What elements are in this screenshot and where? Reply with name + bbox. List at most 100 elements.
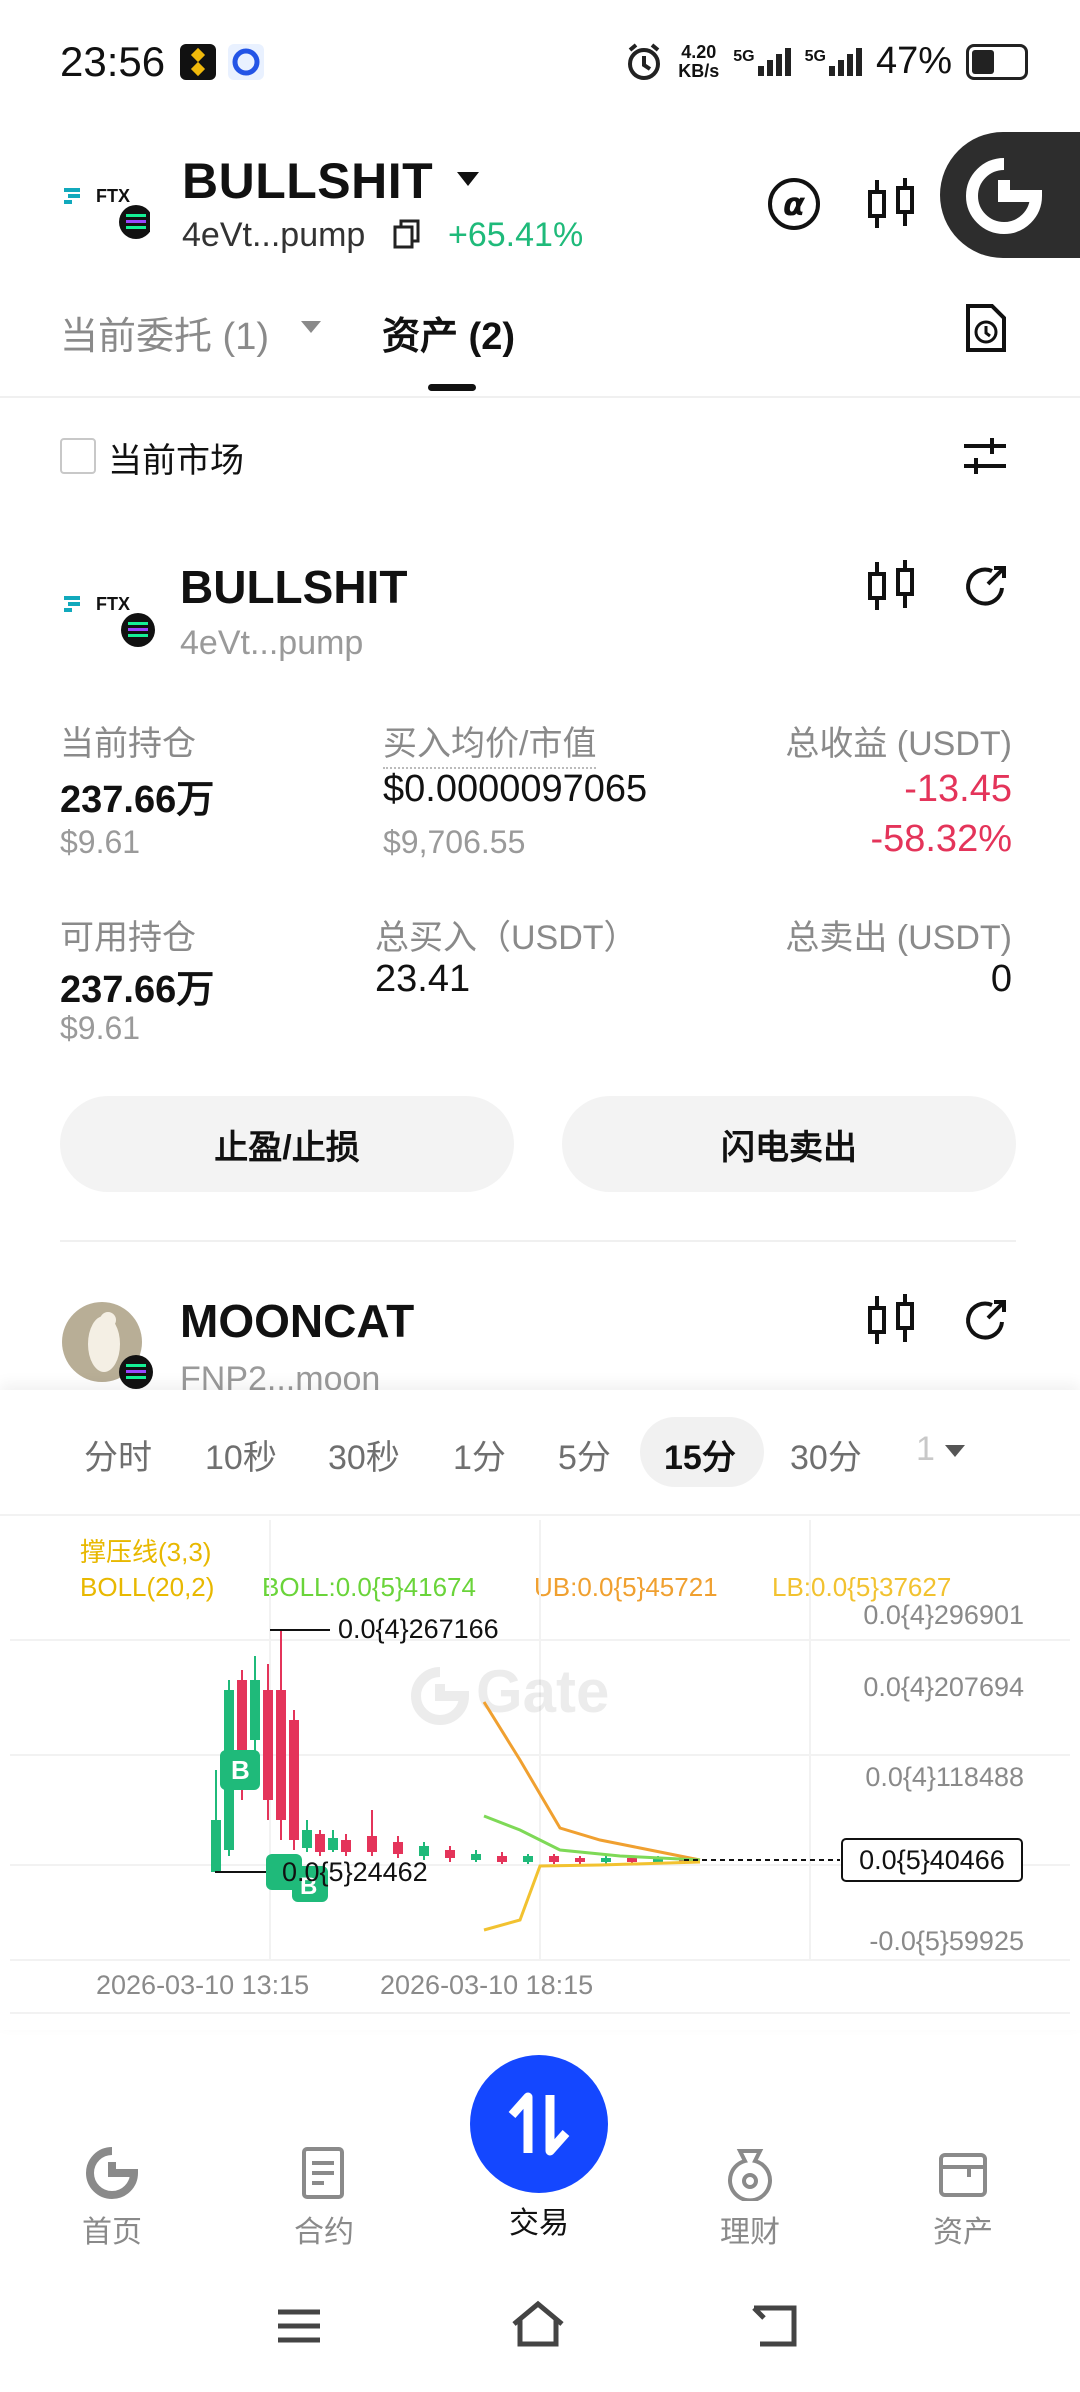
nav-finance[interactable]: 理财 [680, 2100, 820, 2251]
candle-body [328, 1838, 338, 1850]
token-address: 4eVt...pump [182, 216, 366, 254]
candle-body [263, 1690, 273, 1800]
candles [211, 1630, 689, 1872]
boll-ub-line [482, 1701, 701, 1862]
candle-body [497, 1856, 507, 1862]
candle-body [211, 1820, 221, 1872]
current-market-label: 当前市场 [108, 442, 244, 480]
tp-sl-button[interactable]: 止盈/止损 [60, 1096, 514, 1192]
net-speed: 4.20 KB/s [678, 41, 720, 81]
asset2-name[interactable]: MOONCAT [180, 1294, 414, 1348]
page-title[interactable]: BULLSHIT [182, 152, 433, 210]
tf-dropdown-icon[interactable] [944, 1444, 966, 1463]
gate-logo-icon [966, 158, 1043, 234]
x-tick-1: 2026-03-10 13:15 [96, 1970, 310, 2000]
candle-body [393, 1842, 403, 1854]
alpha-icon[interactable]: α [766, 176, 822, 237]
holding-label: 当前持仓 [60, 725, 196, 763]
nav-assets[interactable]: 资产 [893, 2100, 1033, 2251]
candle-body [367, 1836, 377, 1852]
system-back-icon[interactable] [750, 2304, 800, 2353]
gate-notification-icon [228, 44, 264, 80]
tf-15m[interactable]: 15分 [664, 1430, 736, 1479]
buy-marker-1-label: B [231, 1755, 250, 1785]
asset1-logo: FTX [60, 572, 156, 648]
tf-30s[interactable]: 30秒 [328, 1430, 400, 1479]
candle-body [302, 1830, 312, 1848]
total-sold-label: 总卖出 (USDT) [785, 919, 1012, 957]
tf-1m[interactable]: 1分 [453, 1430, 506, 1479]
tab-assets[interactable]: 资产 (2) [382, 305, 515, 360]
asset2-chart-icon[interactable] [866, 1292, 916, 1353]
total-sold-value: 0 [990, 958, 1012, 1000]
tf-30m[interactable]: 30分 [790, 1430, 862, 1479]
y-tick-1: 0.0{4}296901 [863, 1600, 1024, 1630]
contract-icon [302, 2147, 344, 2199]
asset1-name[interactable]: BULLSHIT [180, 560, 407, 614]
asset2-share-icon[interactable] [962, 1296, 1010, 1349]
high-marker-label: 0.0{4}267166 [338, 1614, 499, 1644]
copy-icon[interactable] [392, 218, 422, 255]
flash-sell-button[interactable]: 闪电卖出 [562, 1096, 1016, 1192]
order-history-icon[interactable] [964, 302, 1008, 359]
home-icon [86, 2147, 139, 2199]
candlestick-icon[interactable] [866, 176, 916, 237]
nav-contract[interactable]: 合约 [254, 2100, 394, 2251]
svg-text:FTX: FTX [96, 186, 130, 206]
tf-more[interactable]: 1 [916, 1430, 935, 1469]
svg-text:FTX: FTX [96, 594, 130, 614]
candle-body [341, 1840, 351, 1852]
tab-indicator [428, 384, 476, 391]
tab-dropdown-icon[interactable] [300, 320, 322, 339]
candle-body [627, 1858, 637, 1862]
kline-chart[interactable]: Gate 0.0{4}267166 B 0.0{5}24462 B 0.0{4}… [0, 1516, 1080, 1970]
total-bought-label: 总买入（USDT） [375, 919, 638, 957]
status-time: 23:56 [60, 38, 166, 85]
candle-body [471, 1854, 481, 1860]
finance-icon [728, 2149, 772, 2203]
y-tick-2: 0.0{4}207694 [863, 1672, 1024, 1702]
pnl-percent: -58.32% [870, 818, 1012, 860]
tf-5m[interactable]: 5分 [558, 1430, 611, 1479]
pnl-label: 总收益 (USDT) [785, 725, 1012, 763]
gate-floating-button[interactable] [940, 132, 1080, 258]
candle-body [250, 1680, 260, 1740]
tab-current-orders[interactable]: 当前委托 (1) [60, 305, 269, 360]
available-value: 237.66万 [60, 969, 215, 1011]
battery-percent: 47% [875, 40, 952, 82]
chart-bottom-divider [10, 2012, 1070, 2014]
asset1-chart-icon[interactable] [866, 558, 916, 619]
available-label: 可用持仓 [60, 919, 196, 957]
candle-body [523, 1856, 533, 1862]
tf-10s[interactable]: 10秒 [205, 1430, 277, 1479]
available-usd: $9.61 [60, 1010, 141, 1046]
candle-body [276, 1690, 286, 1820]
avg-price-label[interactable]: 买入均价/市值 [383, 716, 597, 769]
system-home-icon[interactable] [508, 2300, 568, 2353]
wallet-icon [939, 2153, 987, 2197]
nav-trade-button[interactable] [470, 2055, 608, 2193]
caret-down-icon[interactable] [455, 170, 481, 193]
filter-settings-icon[interactable] [962, 436, 1008, 481]
ftx-logo: FTX [60, 172, 153, 242]
current-market-checkbox[interactable] [60, 438, 96, 474]
low-marker-label: 0.0{5}24462 [282, 1857, 428, 1887]
nav-home[interactable]: 首页 [42, 2100, 182, 2251]
alarm-icon [628, 42, 661, 80]
market-value: $9,706.55 [383, 824, 526, 860]
tf-timeshare[interactable]: 分时 [84, 1430, 152, 1479]
avg-price-value: $0.0000097065 [383, 768, 648, 810]
nav-trade-label[interactable]: 交易 [469, 2198, 609, 2242]
signal-icon-1: 5G [733, 47, 791, 76]
tabs-divider [0, 396, 1080, 398]
binance-notification-icon [180, 44, 216, 80]
candle-body [289, 1720, 299, 1840]
asset1-share-icon[interactable] [962, 562, 1010, 615]
system-menu-icon[interactable] [274, 2306, 324, 2351]
current-price-label: 0.0{5}40466 [859, 1845, 1005, 1875]
price-change: +65.41% [448, 216, 584, 254]
candle-body [419, 1846, 429, 1856]
holding-usd: $9.61 [60, 824, 141, 860]
y-tick-4: -0.0{5}59925 [869, 1926, 1024, 1956]
trade-icon [508, 2092, 570, 2156]
